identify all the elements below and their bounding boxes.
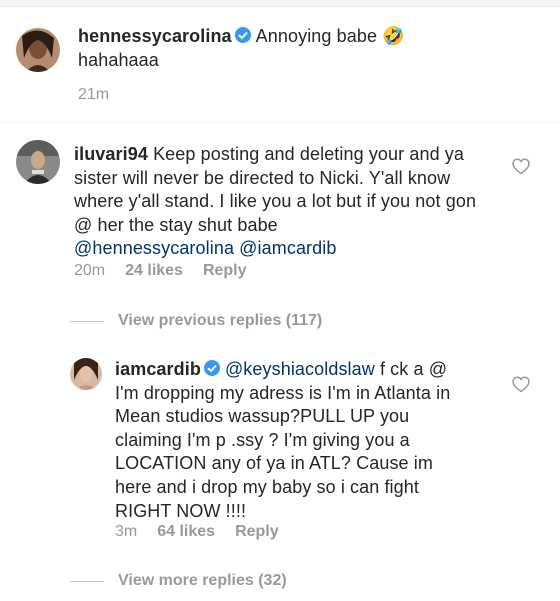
heart-icon[interactable] xyxy=(512,158,530,175)
reply-line-1: f ck a @ xyxy=(379,359,448,379)
reply-line-3: Mean studios wassup?PULL UP you xyxy=(115,406,410,427)
mention-hennessycarolina[interactable]: @hennessycarolina xyxy=(74,238,234,258)
reply-line-4: claiming I'm p .ssy ? I'm giving you a xyxy=(115,429,410,450)
comment-time: 20m xyxy=(74,262,106,279)
view-more-replies[interactable]: View more replies (32) xyxy=(70,572,287,590)
reply-line-2: I'm dropping my adress is I'm in Atlanta… xyxy=(115,382,451,403)
reply-likes[interactable]: 64 likes xyxy=(157,523,215,540)
comment-body: iluvari94 Keep posting and deleting your… xyxy=(74,143,494,261)
top-divider xyxy=(0,0,560,7)
comment-reply-button[interactable]: Reply xyxy=(203,262,247,279)
reply-line-6: here and i drop my baby so i can fight xyxy=(115,476,419,497)
post-time: 21m xyxy=(78,86,110,103)
comment-username[interactable]: iluvari94 xyxy=(74,144,148,164)
post-meta: 21m xyxy=(78,86,129,104)
reply-body: iamcardib @keyshiacoldslaw f ck a @ I'm d… xyxy=(115,358,515,523)
mention-iamcardib[interactable]: @iamcardib xyxy=(239,238,336,258)
reply-line-5: LOCATION any of ya in ATL? Cause im xyxy=(115,453,433,474)
replies-dash xyxy=(70,320,104,322)
post-username[interactable]: hennessycarolina xyxy=(78,26,232,46)
heart-icon[interactable] xyxy=(512,376,530,393)
view-more-replies-label[interactable]: View more replies (32) xyxy=(118,572,287,590)
verified-badge-icon xyxy=(234,26,252,44)
view-previous-replies[interactable]: View previous replies (117) xyxy=(70,312,322,330)
reply-meta: 3m 64 likes Reply xyxy=(115,523,299,541)
avatar-hennessycarolina[interactable] xyxy=(16,28,60,72)
section-divider xyxy=(0,122,560,123)
comment-meta: 20m 24 likes Reply xyxy=(74,262,267,280)
view-previous-replies-label[interactable]: View previous replies (117) xyxy=(118,312,322,330)
post-caption: hennessycarolina Annoying babe 🤣 hahahaaa xyxy=(78,25,538,72)
post-caption-text: Annoying babe xyxy=(255,26,378,46)
post-caption-line2: hahahaaa xyxy=(78,49,159,70)
mention-keyshiacoldslaw[interactable]: @keyshiacoldslaw xyxy=(225,359,375,379)
reply-line-7: RIGHT NOW !!!! xyxy=(115,500,247,521)
verified-badge-icon xyxy=(203,359,221,377)
replies-dash xyxy=(70,580,104,582)
avatar-iamcardib[interactable] xyxy=(70,358,102,390)
comment-likes[interactable]: 24 likes xyxy=(125,262,183,279)
reply-reply-button[interactable]: Reply xyxy=(235,523,279,540)
rofl-emoji-icon: 🤣 xyxy=(382,26,405,46)
avatar-iluvari94[interactable] xyxy=(16,140,60,184)
reply-time: 3m xyxy=(115,523,138,540)
reply-username[interactable]: iamcardib xyxy=(115,359,201,379)
